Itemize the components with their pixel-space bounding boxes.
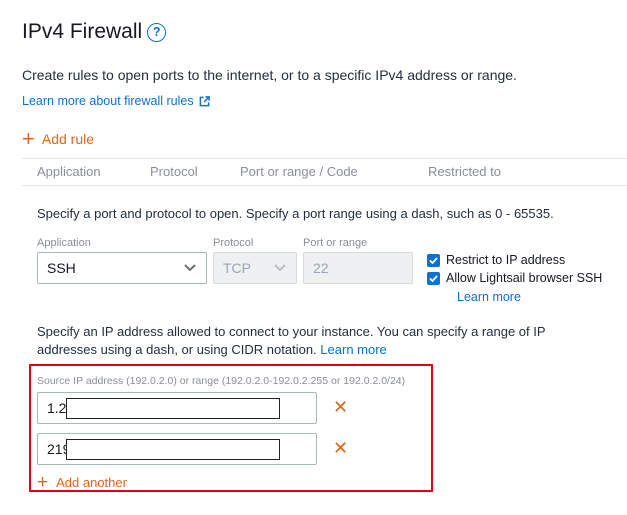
source-ip-input[interactable]: 1.2: [37, 392, 317, 424]
page-title: IPv4 Firewall ?: [22, 20, 167, 44]
firewall-description: Create rules to open ports to the intern…: [22, 67, 517, 83]
protocol-select: TCP: [213, 252, 297, 284]
port-label: Port or range: [303, 237, 368, 249]
learn-more-ssh-link[interactable]: Learn more: [457, 290, 521, 304]
close-icon[interactable]: ✕: [333, 397, 348, 418]
add-rule-label: Add rule: [41, 131, 95, 147]
source-ip-input[interactable]: 219: [37, 433, 317, 465]
add-another-label: Add another: [56, 475, 127, 490]
source-ip-value: 1.2: [47, 400, 67, 416]
plus-icon: +: [22, 126, 35, 151]
protocol-label: Protocol: [213, 237, 254, 249]
external-link-icon: [199, 95, 210, 106]
plus-icon: +: [37, 471, 49, 493]
application-value: SSH: [47, 260, 76, 276]
redaction-box: [66, 439, 280, 460]
learn-more-firewall-text: Learn more about firewall rules: [22, 94, 194, 108]
header-protocol: Protocol: [150, 164, 198, 179]
learn-more-firewall-link[interactable]: Learn more about firewall rules: [22, 94, 210, 108]
application-label: Application: [37, 237, 91, 249]
close-icon[interactable]: ✕: [333, 438, 348, 459]
header-restricted-to: Restricted to: [428, 164, 501, 179]
rules-table-header: Application Protocol Port or range / Cod…: [22, 158, 627, 186]
add-rule-button[interactable]: + Add rule: [22, 126, 95, 151]
port-input: 22: [303, 252, 413, 284]
application-select[interactable]: SSH: [37, 252, 207, 284]
page-title-text: IPv4 Firewall: [22, 20, 143, 43]
ip-instructions-text: Specify an IP address allowed to connect…: [37, 324, 546, 357]
allow-browser-ssh-checkbox[interactable]: [427, 272, 440, 285]
chevron-down-icon: [184, 264, 196, 272]
help-icon[interactable]: ?: [147, 22, 167, 42]
port-instructions: Specify a port and protocol to open. Spe…: [37, 206, 554, 221]
chevron-down-icon: [274, 264, 286, 272]
port-value: 22: [313, 260, 329, 276]
check-icon: [429, 257, 438, 265]
header-port-range: Port or range / Code: [240, 164, 358, 179]
ip-instructions: Specify an IP address allowed to connect…: [37, 323, 577, 359]
allow-browser-ssh-label: Allow Lightsail browser SSH: [446, 271, 603, 285]
ip-learn-more-link[interactable]: Learn more: [320, 342, 386, 357]
add-another-button[interactable]: + Add another: [37, 471, 127, 493]
check-icon: [429, 275, 438, 283]
protocol-value: TCP: [223, 260, 251, 276]
restrict-ip-checkbox[interactable]: [427, 254, 440, 267]
restrict-ip-label: Restrict to IP address: [446, 253, 566, 267]
redaction-box: [66, 398, 280, 419]
header-application: Application: [37, 164, 101, 179]
source-ip-label: Source IP address (192.0.2.0) or range (…: [37, 375, 406, 387]
